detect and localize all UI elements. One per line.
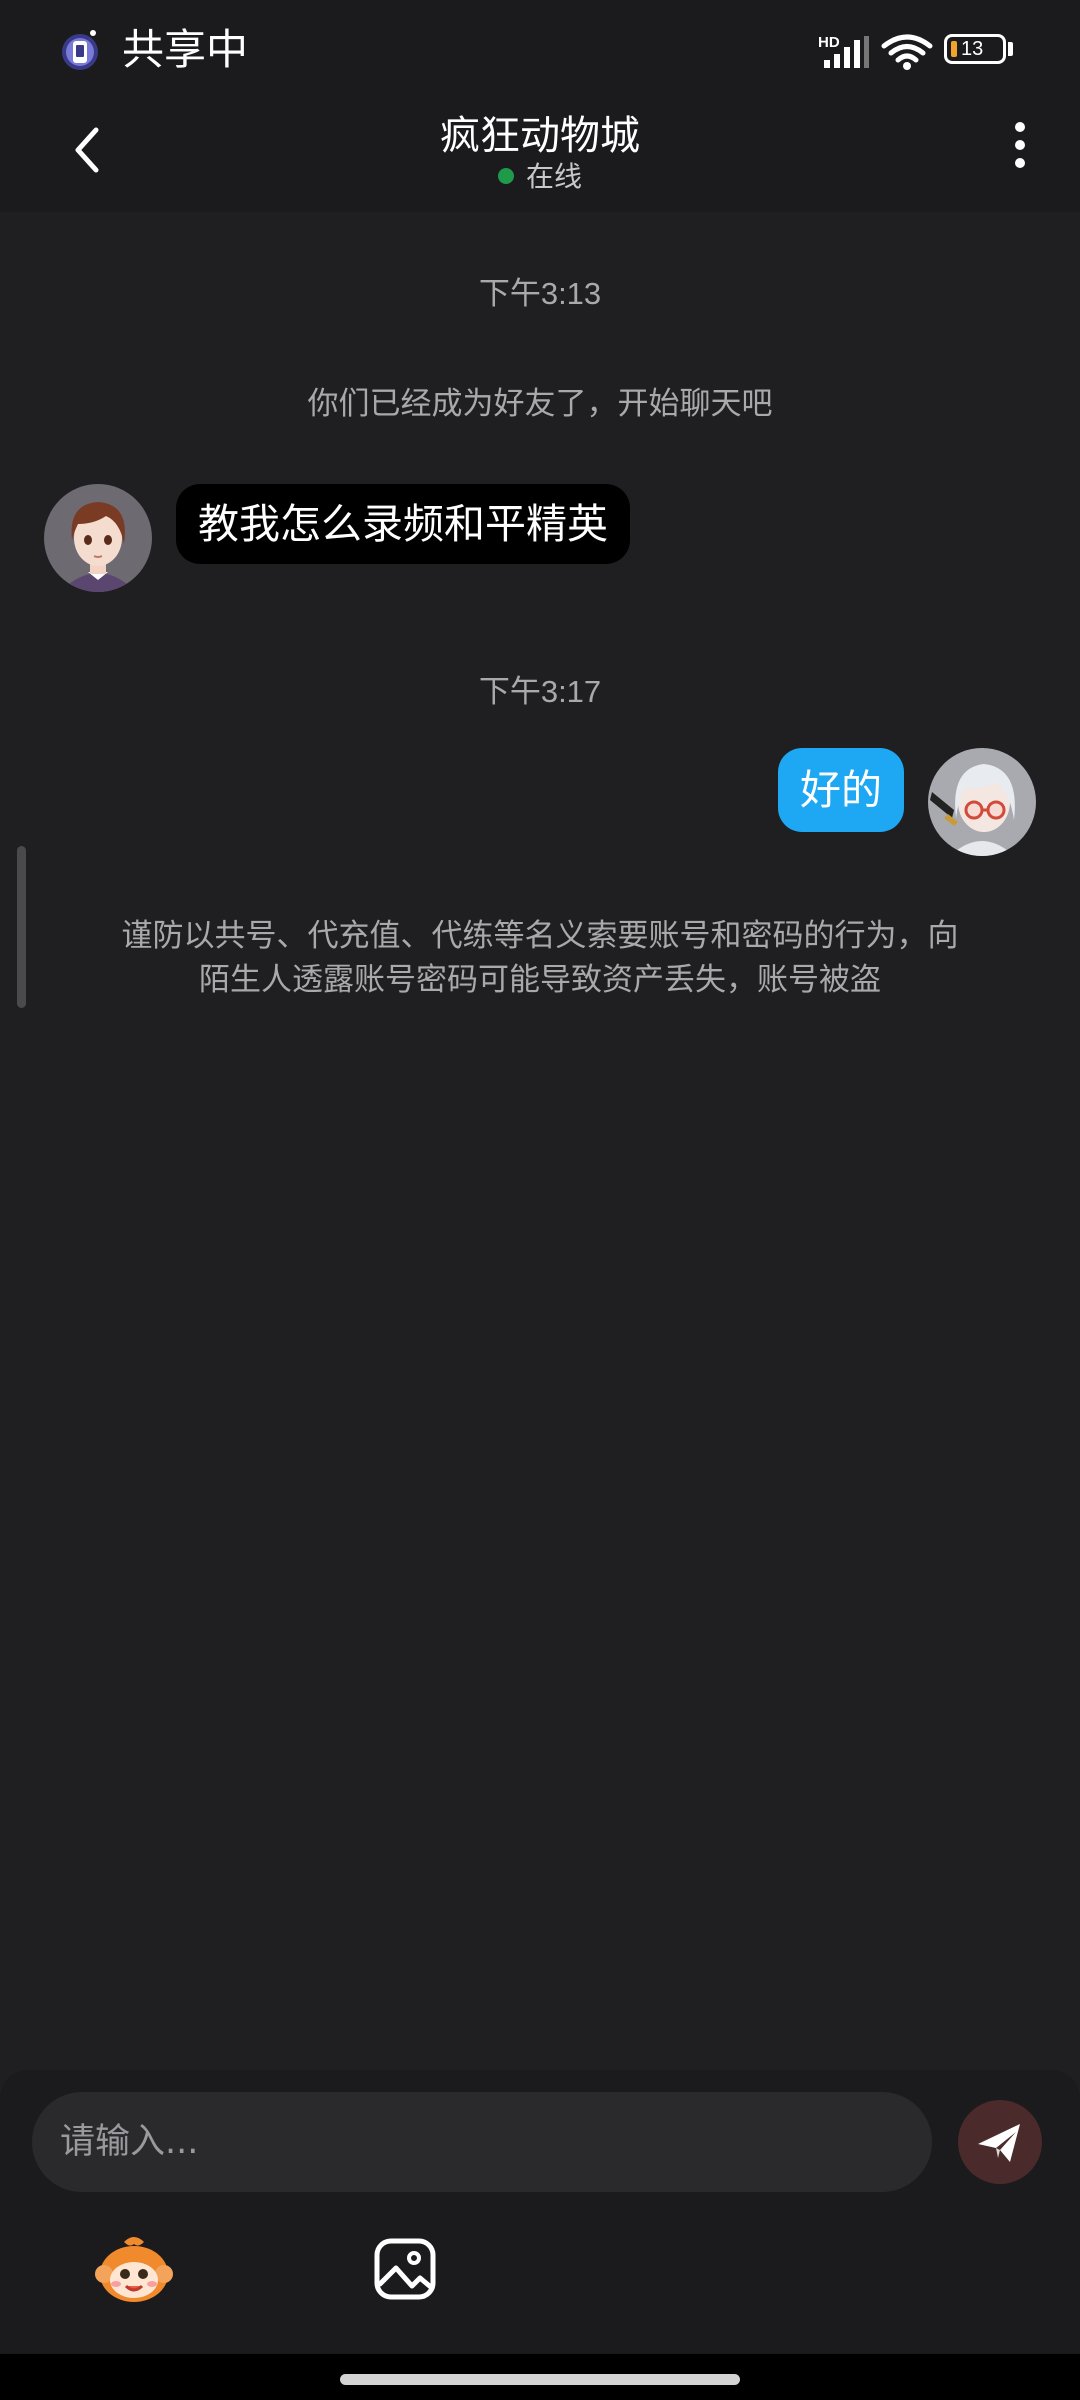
dot	[1015, 122, 1025, 132]
online-status-label: 在线	[525, 160, 582, 193]
battery-fill	[951, 41, 957, 57]
battery-tip	[1008, 42, 1013, 56]
send-button[interactable]	[958, 2100, 1042, 2184]
online-dot-icon	[497, 168, 514, 184]
monkey-emoji-icon[interactable]	[94, 2234, 174, 2306]
incoming-message-bubble[interactable]: 教我怎么录频和平精英	[176, 484, 630, 564]
avatar-image	[928, 748, 1036, 856]
more-options-button[interactable]	[1008, 122, 1032, 182]
outgoing-message-bubble[interactable]: 好的	[778, 748, 904, 832]
security-warning: 谨防以共号、代充值、代练等名义索要账号和密码的行为，向 陌生人透露账号密码可能导…	[90, 914, 990, 1002]
chat-screen: 共享中 HD 13 疯狂动物城 在线 下午3:13 你们已经成为好友了，开始聊天…	[0, 0, 1080, 2400]
scrollbar[interactable]	[17, 846, 26, 1008]
dot	[1015, 140, 1025, 150]
security-warning-line: 陌生人透露账号密码可能导致资产丢失，账号被盗	[199, 962, 881, 998]
battery-level: 13	[961, 38, 984, 60]
dot	[1015, 158, 1025, 168]
navigation-bar	[0, 2354, 1080, 2400]
battery-icon: 13	[944, 34, 1006, 64]
online-status: 在线	[0, 152, 1080, 202]
message-input[interactable]	[32, 2092, 932, 2192]
avatar-image	[44, 484, 152, 592]
image-icon[interactable]	[372, 2236, 438, 2302]
message-timestamp: 下午3:17	[478, 674, 602, 709]
paper-plane-icon	[978, 2124, 1020, 2162]
screen-share-status: 共享中	[122, 25, 249, 74]
screen-share-icon	[62, 30, 98, 70]
input-panel	[0, 2070, 1080, 2354]
security-warning-line: 谨防以共号、代充值、代练等名义索要账号和密码的行为，向	[121, 918, 959, 954]
message-timestamp: 下午3:13	[478, 276, 602, 311]
wifi-icon	[881, 34, 933, 70]
home-indicator[interactable]	[340, 2374, 740, 2385]
chat-header: 疯狂动物城 在线	[0, 104, 1080, 212]
status-bar: 共享中 HD 13	[0, 0, 1080, 104]
friend-avatar[interactable]	[44, 484, 152, 592]
friend-added-note: 你们已经成为好友了，开始聊天吧	[307, 386, 773, 422]
my-avatar[interactable]	[928, 748, 1036, 856]
cellular-signal-icon	[824, 36, 869, 68]
